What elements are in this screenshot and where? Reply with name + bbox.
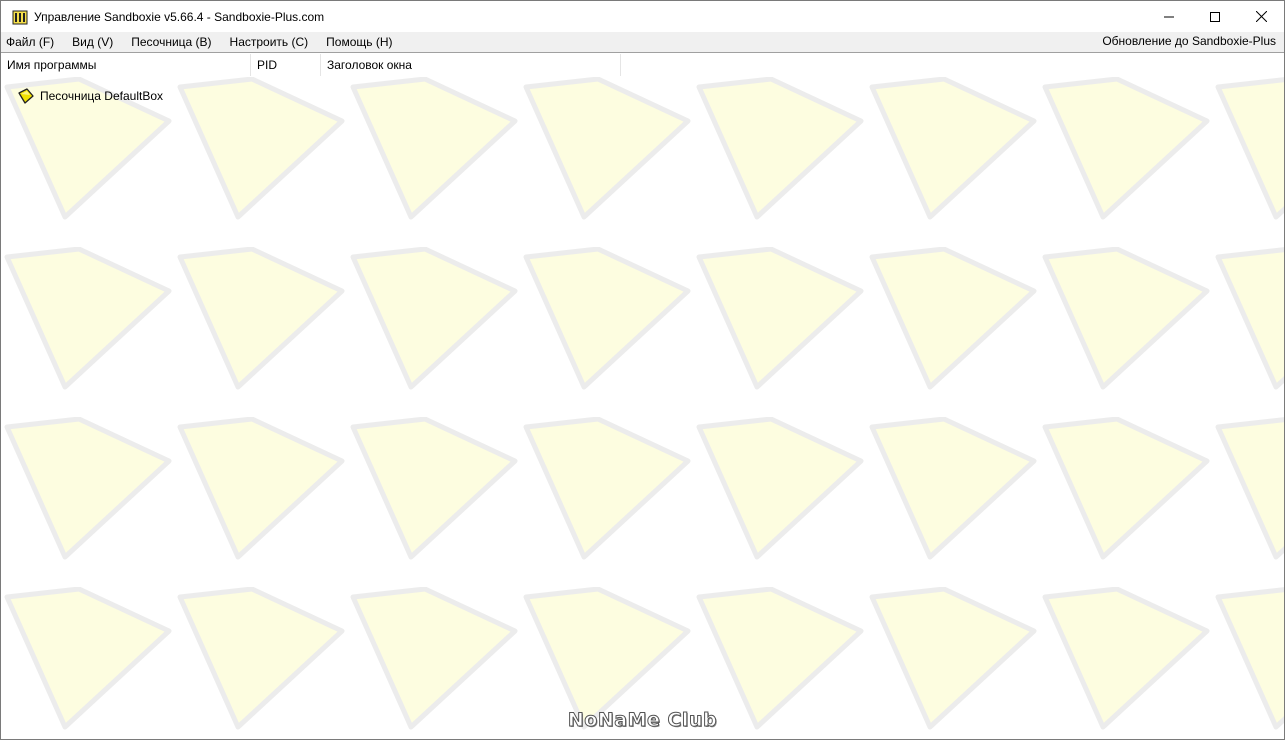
sandboxie-icon bbox=[12, 9, 28, 25]
list-item[interactable]: Песочница DefaultBox bbox=[17, 87, 163, 105]
menu-view[interactable]: Вид (V) bbox=[67, 35, 122, 49]
column-program-name[interactable]: Имя программы bbox=[1, 54, 251, 76]
title-bar[interactable]: Управление Sandboxie v5.66.4 - Sandboxie… bbox=[1, 1, 1284, 32]
process-tree-view[interactable]: Песочница DefaultBox NoNaMe Club bbox=[1, 77, 1284, 739]
sandbox-icon bbox=[17, 87, 35, 105]
maximize-button[interactable] bbox=[1192, 1, 1238, 32]
window-controls bbox=[1146, 1, 1284, 32]
upgrade-link[interactable]: Обновление до Sandboxie-Plus bbox=[1102, 34, 1276, 48]
sandboxie-window: Управление Sandboxie v5.66.4 - Sandboxie… bbox=[0, 0, 1285, 740]
close-icon bbox=[1255, 11, 1267, 22]
close-button[interactable] bbox=[1238, 1, 1284, 32]
menu-sandbox[interactable]: Песочница (B) bbox=[126, 35, 220, 49]
minimize-icon bbox=[1164, 16, 1174, 17]
watermark: NoNaMe Club bbox=[567, 709, 718, 732]
sandbox-label: Песочница DefaultBox bbox=[40, 89, 164, 103]
window-title: Управление Sandboxie v5.66.4 - Sandboxie… bbox=[34, 9, 325, 24]
column-window-title[interactable]: Заголовок окна bbox=[321, 54, 621, 76]
background-pattern bbox=[1, 77, 1284, 739]
menu-help[interactable]: Помощь (H) bbox=[321, 35, 401, 49]
minimize-button[interactable] bbox=[1146, 1, 1192, 32]
column-pid[interactable]: PID bbox=[251, 54, 321, 76]
menu-configure[interactable]: Настроить (C) bbox=[225, 35, 318, 49]
menu-bar: Файл (F) Вид (V) Песочница (B) Настроить… bbox=[1, 32, 1284, 53]
maximize-icon bbox=[1210, 11, 1220, 22]
menu-file[interactable]: Файл (F) bbox=[1, 35, 63, 49]
column-header: Имя программы PID Заголовок окна bbox=[1, 54, 1284, 76]
